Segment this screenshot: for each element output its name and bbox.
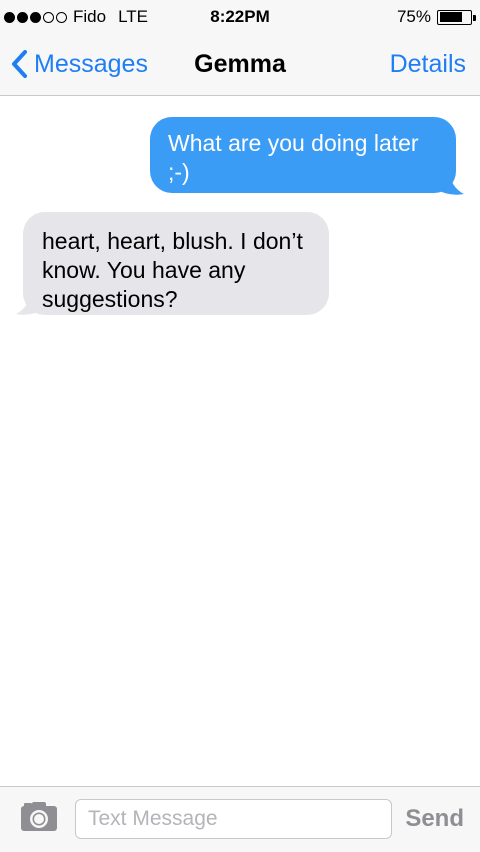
message-input-bar: Send: [0, 786, 480, 852]
back-button-label: Messages: [34, 49, 148, 78]
back-button[interactable]: Messages: [10, 46, 148, 82]
camera-button[interactable]: [19, 801, 59, 833]
details-button[interactable]: Details: [390, 50, 466, 79]
battery-tip: [473, 14, 476, 21]
chevron-left-icon: [12, 50, 27, 78]
message-bubble-sent[interactable]: What are you doing later ;-): [150, 117, 456, 193]
message-text-field[interactable]: [75, 799, 392, 839]
battery-level: [439, 12, 462, 22]
navigation-bar: Messages Gemma Details: [0, 34, 480, 96]
battery-icon: [437, 9, 476, 25]
battery-percentage: 75%: [396, 7, 431, 26]
send-button[interactable]: Send: [405, 805, 464, 833]
status-right: 75%: [396, 7, 476, 27]
message-bubble-received[interactable]: heart, heart, blush. I don’t know. You h…: [23, 212, 329, 315]
status-bar: Fido LTE 8:22PM 75%: [0, 0, 480, 34]
camera-icon: [21, 802, 57, 831]
